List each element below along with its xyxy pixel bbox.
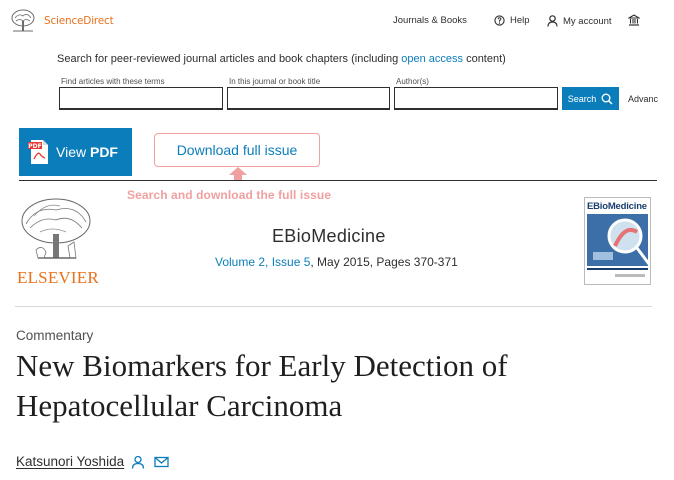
nav-journals-books-label: Journals & Books (393, 15, 467, 26)
person-icon[interactable] (131, 455, 145, 469)
search-icon (601, 93, 613, 105)
view-pdf-prefix: View (56, 144, 90, 160)
email-icon[interactable] (154, 456, 169, 468)
nav-my-account[interactable]: My account (547, 15, 612, 27)
open-access-link[interactable]: open access (401, 53, 463, 65)
arrow-up-icon (229, 167, 247, 181)
search-button[interactable]: Search (562, 87, 619, 110)
journal-divider (15, 306, 652, 307)
download-tooltip: Search and download the full issue (127, 188, 332, 202)
issue-date-pages: , May 2015, Pages 370-371 (310, 255, 458, 269)
elsevier-tree-logo[interactable] (16, 196, 94, 264)
section-divider (19, 180, 657, 181)
search-button-label: Search (567, 93, 597, 104)
view-pdf-button[interactable]: PDF View PDF (19, 128, 132, 176)
search-description-suffix: content) (463, 53, 506, 65)
site-header: ScienceDirect Journals & Books Help My a… (0, 0, 674, 44)
elsevier-tree-icon (11, 9, 35, 32)
help-icon (494, 15, 505, 26)
terms-field-label: Find articles with these terms (61, 77, 165, 86)
nav-my-account-label: My account (563, 15, 612, 27)
nav-institution[interactable] (628, 14, 645, 26)
search-description-prefix: Search for peer-reviewed journal article… (57, 53, 402, 65)
author-name[interactable]: Katsunori Yoshida (16, 454, 124, 469)
cover-artwork (587, 214, 650, 277)
nav-help[interactable]: Help (494, 15, 530, 26)
pdf-file-icon: PDF (28, 139, 50, 165)
view-pdf-bold: PDF (89, 144, 118, 160)
terms-input[interactable] (59, 87, 223, 110)
search-description: Search for peer-reviewed journal article… (57, 53, 506, 65)
journal-cover-image[interactable]: EBioMedicine (584, 197, 651, 285)
journal-title-input[interactable] (227, 87, 390, 110)
pdf-badge-text: PDF (28, 143, 41, 150)
volume-issue-link[interactable]: Volume 2, Issue 5 (215, 255, 310, 269)
authors-input[interactable] (394, 87, 558, 110)
journal-title[interactable]: EBioMedicine (272, 226, 386, 247)
download-full-issue-button[interactable]: Download full issue (154, 133, 320, 167)
sciencedirect-logo[interactable]: ScienceDirect (10, 9, 114, 33)
article-type: Commentary (16, 328, 94, 343)
author-block: Katsunori Yoshida (16, 454, 169, 469)
journal-field-label: In this journal or book title (229, 77, 321, 86)
person-icon (547, 15, 558, 27)
institution-icon (628, 14, 640, 26)
nav-help-label: Help (510, 15, 530, 26)
article-title: New Biomarkers for Early Detection of He… (16, 348, 508, 423)
authors-field-label: Author(s) (396, 77, 429, 86)
nav-journals-books[interactable]: Journals & Books (393, 15, 467, 26)
elsevier-wordmark: ELSEVIER (17, 268, 99, 287)
logo-text: ScienceDirect (44, 15, 114, 27)
journal-issue-info: Volume 2, Issue 5, May 2015, Pages 370-3… (215, 255, 458, 269)
view-pdf-label: View PDF (56, 144, 118, 160)
advanced-search-link[interactable]: Advanc (628, 94, 658, 104)
